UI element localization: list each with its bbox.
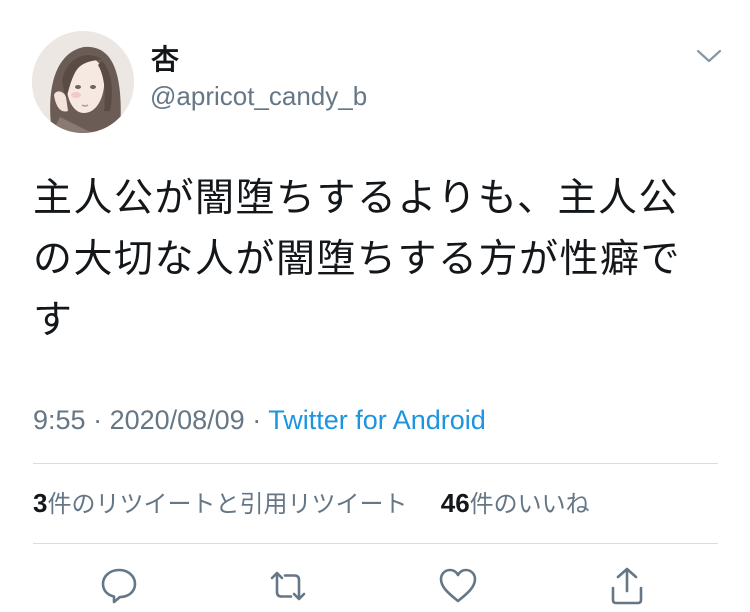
tweet-text: 主人公が闇堕ちするよりも、主人公の大切な人が闇堕ちする方が性癖です [33,176,682,343]
avatar[interactable] [32,31,134,133]
tweet-time[interactable]: 9:55 [33,405,86,435]
display-name[interactable]: 杏 [151,44,179,76]
tweet-date[interactable]: 2020/08/09 [110,405,245,435]
retweet-stat[interactable]: 3件のリツイートと引用リツイート [33,488,408,518]
like-count: 46 [440,488,470,518]
share-icon[interactable] [605,564,649,608]
retweet-count: 3 [33,488,48,518]
tweet-stats: 3件のリツイートと引用リツイート 46件のいいね [33,486,590,521]
like-stat[interactable]: 46件のいいね [440,488,590,518]
meta-separator: · [85,405,110,435]
user-handle[interactable]: @apricot_candy_b [150,80,367,112]
retweet-stat-label: 件のリツイートと引用リツイート [47,490,408,518]
tweet-source-link[interactable]: Twitter for Android [268,405,486,435]
chevron-down-icon[interactable] [694,44,724,68]
retweet-icon[interactable] [266,564,310,608]
avatar-illustration [32,31,134,133]
heart-icon[interactable] [436,564,480,608]
meta-separator: · [244,405,269,435]
divider [33,543,718,544]
reply-icon[interactable] [97,564,141,608]
action-bar [0,564,750,608]
tweet-meta: 9:55 · 2020/08/09 · Twitter for Android [33,403,486,437]
like-stat-label: 件のいいね [469,490,590,518]
divider [33,463,718,464]
